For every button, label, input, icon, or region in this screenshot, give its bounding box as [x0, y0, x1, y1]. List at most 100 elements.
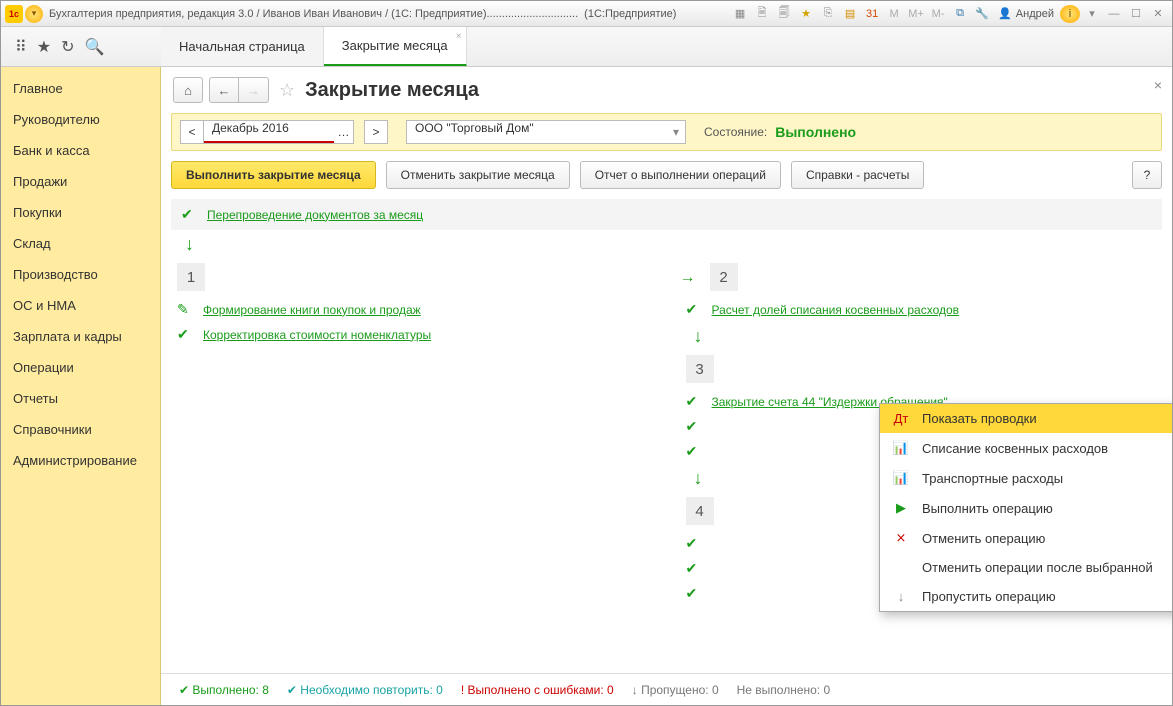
dropdown-icon[interactable]: ▾ — [1082, 5, 1102, 23]
status-errors: ! Выполнено с ошибками: 0 — [461, 683, 614, 697]
favorite-icon[interactable]: ★ — [796, 5, 816, 23]
ctx-indirect-writeoff[interactable]: 📊 Списание косвенных расходов — [880, 433, 1172, 463]
check-icon: ✔ — [686, 393, 702, 410]
m-icon[interactable]: M — [884, 5, 904, 23]
m-plus-icon[interactable]: M+ — [906, 5, 926, 23]
page-title: Закрытие месяца — [305, 79, 479, 102]
label: Не выполнено: — [737, 683, 821, 697]
status-bar: ✔ Выполнено: 8 ✔ Необходимо повторить: 0… — [161, 673, 1172, 705]
ctx-cancel-op[interactable]: ⨯ Отменить операцию — [880, 523, 1172, 553]
period-field[interactable]: Декабрь 2016 — [204, 120, 334, 144]
button-label: Справки - расчеты — [806, 168, 909, 182]
report-button[interactable]: Отчет о выполнении операций — [580, 161, 781, 189]
status-skipped: ↓ Пропущено: 0 — [632, 683, 719, 697]
sidebar-item-catalogs[interactable]: Справочники — [1, 414, 160, 445]
period-selector: < Декабрь 2016 … > — [180, 120, 388, 144]
organization-select[interactable]: ООО "Торговый Дом" — [406, 120, 686, 144]
nav-group: ← → — [209, 77, 269, 103]
page-close-icon[interactable]: × — [1154, 77, 1162, 93]
tool-icon[interactable]: ▦ — [730, 5, 750, 23]
app-window: 1c ▾ Бухгалтерия предприятия, редакция 3… — [0, 0, 1173, 706]
history-icon[interactable]: ↻ — [61, 37, 74, 57]
check-icon: ✎ — [177, 301, 193, 318]
period-picker-button[interactable]: … — [334, 120, 354, 144]
help-button[interactable]: ? — [1132, 161, 1162, 189]
wrench-icon[interactable]: 🔧 — [972, 5, 992, 23]
cancel-close-button[interactable]: Отменить закрытие месяца — [386, 161, 570, 189]
button-label: ? — [1144, 168, 1151, 182]
m-minus-icon[interactable]: M- — [928, 5, 948, 23]
star-icon[interactable]: ★ — [37, 37, 51, 57]
check-icon: ✔ — [686, 560, 702, 577]
cancel-icon: ⨯ — [892, 530, 910, 546]
ctx-label: Выполнить операцию — [922, 501, 1053, 516]
label: Выполнено с ошибками: — [468, 683, 604, 697]
info-icon[interactable]: i — [1060, 5, 1080, 23]
chart-icon: 📊 — [892, 470, 910, 486]
ctx-execute-op[interactable]: ▶ Выполнить операцию — [880, 493, 1172, 523]
sidebar-item-reports[interactable]: Отчеты — [1, 383, 160, 414]
home-button[interactable]: ⌂ — [173, 77, 203, 103]
period-next-button[interactable]: > — [364, 120, 388, 144]
tab-close-icon[interactable]: × — [456, 31, 462, 42]
operation-line: ✔ Корректировка стоимости номенклатуры — [171, 322, 654, 347]
period-prev-button[interactable]: < — [180, 120, 204, 144]
sidebar-item-bank[interactable]: Банк и касса — [1, 135, 160, 166]
label: Необходимо повторить: — [300, 683, 433, 697]
stage-link[interactable]: Расчет долей списания косвенных расходов — [712, 303, 960, 317]
calendar-icon[interactable]: 31 — [862, 5, 882, 23]
check-icon: ✔ — [686, 443, 702, 460]
app-menu-icon[interactable]: ▾ — [25, 5, 43, 23]
search-icon[interactable]: 🔍 — [84, 37, 104, 57]
value: 0 — [436, 683, 443, 697]
sidebar-item-main[interactable]: Главное — [1, 73, 160, 104]
step-number: 4 — [686, 497, 714, 525]
ctx-label: Отменить операцию — [922, 531, 1045, 546]
check-icon: ✔ — [686, 418, 702, 435]
titlebar: 1c ▾ Бухгалтерия предприятия, редакция 3… — [1, 1, 1172, 27]
tool-icon[interactable]: ⎘ — [818, 5, 838, 23]
execute-button[interactable]: Выполнить закрытие месяца — [171, 161, 376, 189]
sidebar-item-operations[interactable]: Операции — [1, 352, 160, 383]
sidebar-item-sales[interactable]: Продажи — [1, 166, 160, 197]
ctx-transport-costs[interactable]: 📊 Транспортные расходы — [880, 463, 1172, 493]
value: 0 — [712, 683, 719, 697]
operation-line: ✔ Расчет долей списания косвенных расход… — [680, 297, 1163, 322]
ctx-cancel-after[interactable]: Отменить операции после выбранной — [880, 553, 1172, 582]
close-window-icon[interactable]: ✕ — [1148, 5, 1168, 23]
tab-month-close[interactable]: Закрытие месяца × — [324, 27, 467, 66]
maximize-icon[interactable]: ☐ — [1126, 5, 1146, 23]
calc-icon[interactable]: ▤ — [840, 5, 860, 23]
sidebar-item-hr[interactable]: Зарплата и кадры — [1, 321, 160, 352]
tool-icon[interactable]: 🗐 — [774, 5, 794, 23]
sidebar-item-admin[interactable]: Администрирование — [1, 445, 160, 476]
minimize-icon[interactable]: — — [1104, 5, 1124, 23]
sidebar-item-purchases[interactable]: Покупки — [1, 197, 160, 228]
ctx-skip-op[interactable]: ↓ Пропустить операцию — [880, 582, 1172, 611]
context-menu: Дт Показать проводки 📊 Списание косвенны… — [879, 403, 1172, 612]
sidebar-item-production[interactable]: Производство — [1, 259, 160, 290]
window-title: Бухгалтерия предприятия, редакция 3.0 / … — [49, 8, 578, 20]
stage-link[interactable]: Перепроведение документов за месяц — [207, 208, 423, 222]
user-indicator[interactable]: 👤 Андрей — [994, 7, 1058, 20]
value: 0 — [824, 683, 831, 697]
favorite-page-icon[interactable]: ☆ — [279, 80, 295, 101]
ctx-show-postings[interactable]: Дт Показать проводки — [880, 404, 1172, 433]
panel-icon[interactable]: ⧉ — [950, 5, 970, 23]
label: Выполнено: — [192, 683, 258, 697]
tab-start-page[interactable]: Начальная страница — [161, 27, 324, 66]
window-title-right: (1С:Предприятие) — [584, 8, 676, 20]
arrow-right-icon: → — [680, 269, 696, 287]
ctx-label: Отменить операции после выбранной — [922, 560, 1153, 575]
sidebar-item-assets[interactable]: ОС и НМА — [1, 290, 160, 321]
forward-button[interactable]: → — [239, 77, 269, 103]
apps-icon[interactable]: ⠿ — [15, 37, 27, 57]
back-button[interactable]: ← — [209, 77, 239, 103]
references-button[interactable]: Справки - расчеты — [791, 161, 924, 189]
tool-icon[interactable]: 🗎 — [752, 5, 772, 23]
stage-link[interactable]: Формирование книги покупок и продаж — [203, 303, 421, 317]
sidebar-item-stock[interactable]: Склад — [1, 228, 160, 259]
stage-link[interactable]: Корректировка стоимости номенклатуры — [203, 328, 431, 342]
toolbar-left: ⠿ ★ ↻ 🔍 — [1, 27, 161, 66]
sidebar-item-manager[interactable]: Руководителю — [1, 104, 160, 135]
